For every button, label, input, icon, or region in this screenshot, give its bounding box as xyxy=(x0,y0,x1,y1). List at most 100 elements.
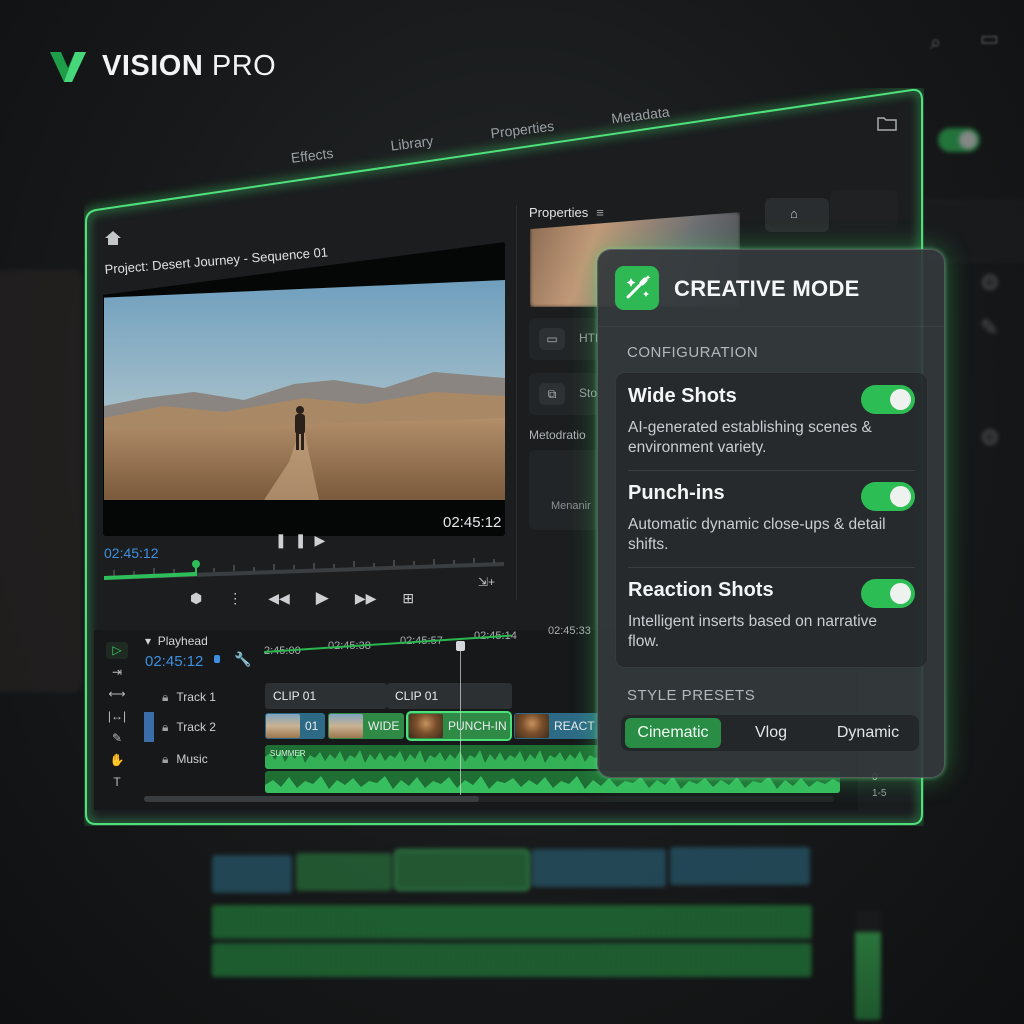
brand-name-bold: VISION xyxy=(102,49,204,82)
search-icon[interactable]: ⌕ xyxy=(930,32,941,55)
bg-toggle xyxy=(938,128,980,152)
timeline-ruler[interactable]: 2:45:00 02:45:38 02:45:57 02:45:14 02:45… xyxy=(264,620,600,666)
lock-icon[interactable]: 🔒︎ xyxy=(162,752,168,766)
wrench-icon[interactable]: 🔧 xyxy=(234,651,251,668)
audio-waveform-1[interactable] xyxy=(265,745,600,769)
playhead-timecode: 02:45:12 xyxy=(145,653,204,670)
home-icon[interactable] xyxy=(104,230,122,246)
folder-icon[interactable] xyxy=(877,115,897,131)
play-small-icon[interactable]: ▶ xyxy=(314,532,333,548)
track-2-header[interactable]: 🔒︎ Track 2 xyxy=(162,720,216,735)
scrubber-bar[interactable] xyxy=(104,558,504,588)
property-label: HTI xyxy=(579,331,599,345)
pen-tool-icon[interactable]: ✎ xyxy=(106,730,128,747)
track-select-icon[interactable]: ⇥ xyxy=(106,664,128,681)
track-name: Track 1 xyxy=(176,690,216,704)
reaction-shots-toggle[interactable] xyxy=(861,579,915,608)
bg-clip xyxy=(212,855,292,893)
bg-timeline xyxy=(160,825,820,977)
creative-mode-title: CREATIVE MODE xyxy=(674,276,860,301)
clip-01[interactable]: 01 xyxy=(265,713,325,739)
copy-icon: ⧉ xyxy=(539,383,565,405)
marker-icon[interactable]: ⬢ xyxy=(190,590,202,607)
clip-label: REACT xyxy=(554,719,595,733)
tool-palette: ▷ ⇥ ⟷ |↔| ✎ ✋ T xyxy=(104,642,130,791)
clip-wide[interactable]: WIDE xyxy=(328,713,404,739)
timecode-total: 02:45:12 xyxy=(443,514,502,531)
meter-value: 1-5 xyxy=(872,788,887,799)
pause-icon[interactable]: ❚❚ xyxy=(275,532,314,548)
creative-mode-panel: CREATIVE MODE CONFIGURATION Wide Shots A… xyxy=(597,249,945,778)
lock-icon[interactable]: 🔒︎ xyxy=(162,690,168,704)
track-2-selected-marker xyxy=(144,712,154,742)
select-tool-icon[interactable]: ▷ xyxy=(106,642,128,659)
chat-icon[interactable]: ▭ xyxy=(980,26,999,51)
clip-punch-in[interactable]: PUNCH-IN xyxy=(406,711,512,741)
play-icon[interactable]: ▶ xyxy=(316,588,329,608)
panel-divider xyxy=(516,205,517,600)
wide-shots-toggle[interactable] xyxy=(861,385,915,414)
creative-mode-header: CREATIVE MODE xyxy=(598,250,944,327)
bg-settings-icon: ⚙ xyxy=(980,425,1000,450)
playhead-header: ▾ Playhead xyxy=(145,634,208,648)
music-track-header[interactable]: 🔒︎ Music xyxy=(162,752,208,767)
option-title: Wide Shots xyxy=(628,385,737,407)
punch-ins-toggle[interactable] xyxy=(861,482,915,511)
properties-header: Properties ≡ xyxy=(529,205,604,220)
metadata-label: Metodratio xyxy=(529,428,586,442)
logo-mark-icon xyxy=(50,52,86,82)
track-1-header[interactable]: 🔒︎ Track 1 xyxy=(162,690,216,705)
option-wide-shots: Wide Shots AI-generated establishing sce… xyxy=(628,385,915,469)
preset-dynamic[interactable]: Dynamic xyxy=(821,718,915,748)
rewind-icon[interactable]: ◀◀ xyxy=(268,590,290,607)
hand-tool-icon[interactable]: ✋ xyxy=(106,752,128,769)
preset-cinematic[interactable]: Cinematic xyxy=(625,718,721,748)
divider xyxy=(628,470,915,471)
option-title: Punch-ins xyxy=(628,482,725,504)
fast-forward-icon[interactable]: ▶▶ xyxy=(355,590,377,607)
clip-thumbnail xyxy=(329,714,363,738)
clip-label: WIDE xyxy=(368,719,400,733)
bg-gear-icon: ⚙ xyxy=(980,270,1000,295)
option-description: Intelligent inserts based on narrative f… xyxy=(628,613,878,650)
option-reaction-shots: Reaction Shots Intelligent inserts based… xyxy=(628,579,915,663)
transport-controls: ⬢ ⋮ ◀◀ ▶ ▶▶ ⊞ xyxy=(190,588,414,608)
lock-icon[interactable]: 🔒︎ xyxy=(162,720,168,734)
bg-level-meter xyxy=(855,910,881,1020)
playhead-marker-icon xyxy=(214,655,220,663)
properties-title: Properties xyxy=(529,205,589,220)
style-presets-label: STYLE PRESETS xyxy=(627,687,756,704)
add-track-icon[interactable]: ⇲+ xyxy=(478,575,495,589)
brand-name-light: PRO xyxy=(211,49,277,82)
option-description: AI-generated establishing scenes & envir… xyxy=(628,419,872,456)
clip-react[interactable]: REACT xyxy=(514,713,600,739)
clip-thumbnail xyxy=(266,714,300,738)
playhead-line[interactable] xyxy=(460,645,461,795)
clip-track1-a[interactable]: CLIP 01 xyxy=(265,683,387,709)
playhead-handle[interactable] xyxy=(456,641,465,651)
bg-clip xyxy=(670,847,810,885)
timeline-scrollbar[interactable] xyxy=(144,796,479,802)
mini-transport: ❚❚▶ xyxy=(275,532,333,549)
playhead-label: Playhead xyxy=(157,634,208,648)
upload-button[interactable] xyxy=(765,198,829,232)
clip-track1-b[interactable]: CLIP 01 xyxy=(387,683,512,709)
bg-clip xyxy=(296,853,392,891)
bg-clip xyxy=(532,849,666,887)
split-icon[interactable]: ⋮ xyxy=(228,590,242,607)
option-description: Automatic dynamic close-ups & detail shi… xyxy=(628,516,886,553)
text-tool-icon[interactable]: T xyxy=(106,774,128,791)
menu-icon[interactable]: ≡ xyxy=(596,205,604,220)
configuration-label: CONFIGURATION xyxy=(627,344,759,361)
slip-tool-icon[interactable]: |↔| xyxy=(106,708,128,725)
ripple-edit-icon[interactable]: ⟷ xyxy=(106,686,128,703)
style-presets-segmented: Cinematic Vlog Dynamic xyxy=(621,715,919,751)
bg-audio-wave xyxy=(212,905,812,939)
music-clip-label: SUMMER xyxy=(270,749,306,758)
export-icon[interactable]: ⊞ xyxy=(402,590,414,607)
preset-vlog[interactable]: Vlog xyxy=(725,718,817,748)
property-label: Sto xyxy=(579,386,598,400)
track-name: Music xyxy=(176,752,208,766)
metadata-item-label: Menanir xyxy=(551,500,591,512)
ruler-label: 02:45:33 xyxy=(548,625,591,637)
